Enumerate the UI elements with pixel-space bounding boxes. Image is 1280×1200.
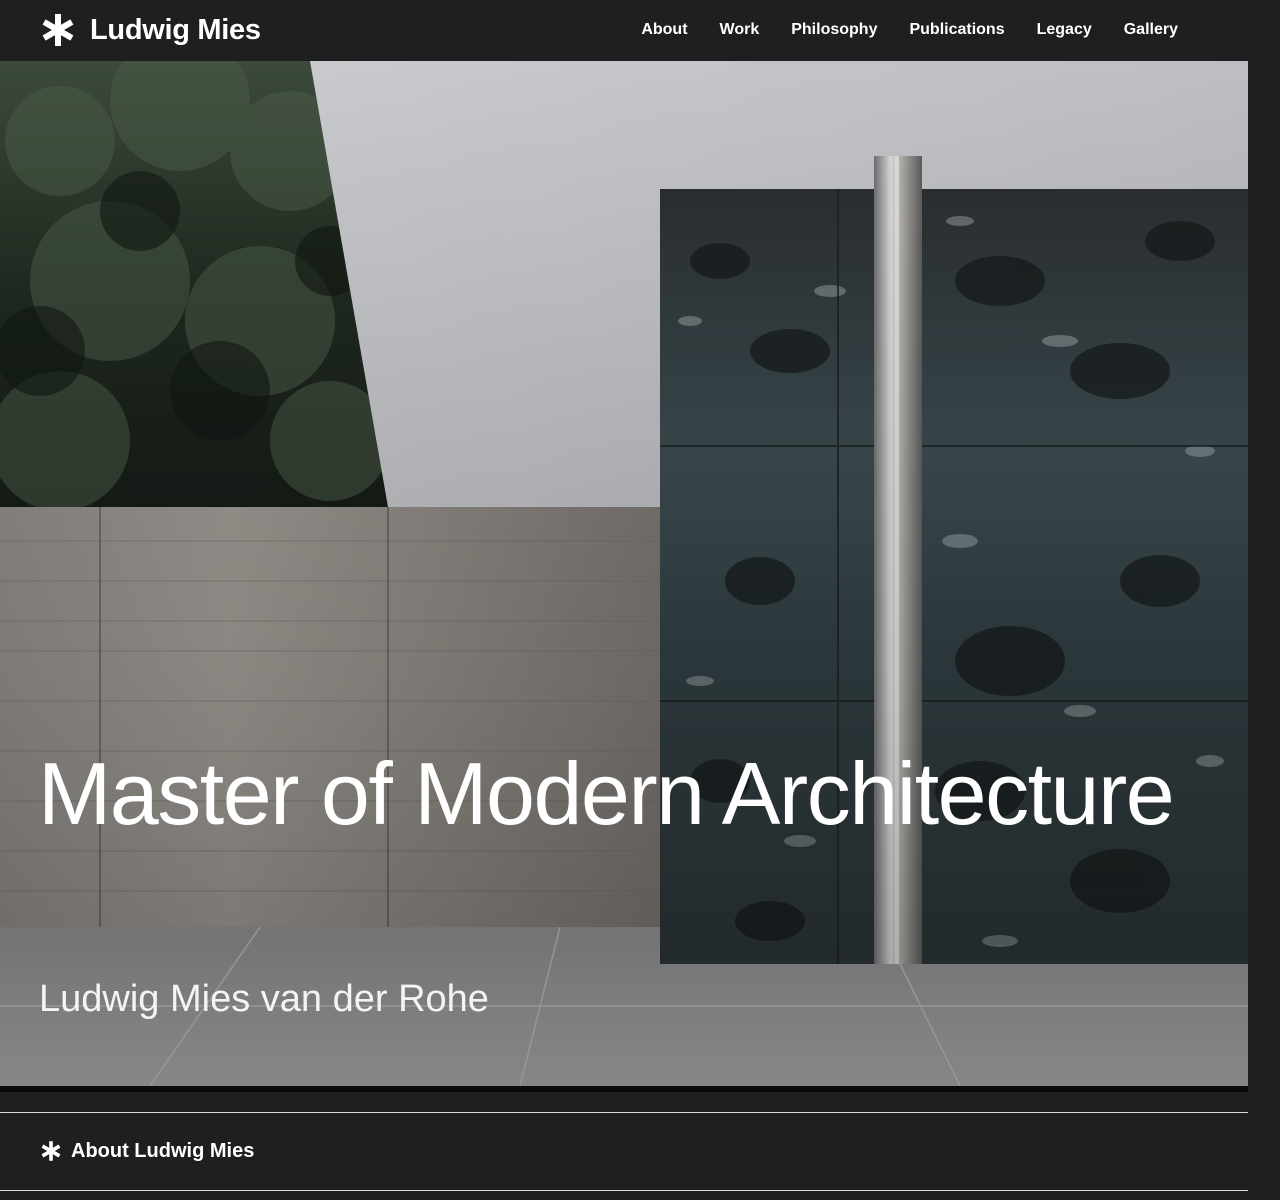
section-divider-top — [0, 1112, 1248, 1113]
about-section-title: About Ludwig Mies — [71, 1139, 255, 1162]
hero-title: Master of Modern Architecture — [38, 744, 1175, 843]
hero-subtitle: Ludwig Mies van der Rohe — [39, 978, 489, 1020]
brand-logo-link[interactable]: Ludwig Mies — [40, 10, 261, 50]
nav-link-gallery[interactable]: Gallery — [1124, 21, 1178, 39]
section-divider-bottom — [0, 1190, 1248, 1191]
site-header: Ludwig Mies About Work Philosophy Public… — [0, 0, 1280, 60]
hero-background-image — [0, 61, 1248, 1086]
nav-link-publications[interactable]: Publications — [909, 21, 1004, 39]
main-nav: About Work Philosophy Publications Legac… — [641, 0, 1178, 60]
nav-link-philosophy[interactable]: Philosophy — [791, 21, 877, 39]
nav-link-work[interactable]: Work — [720, 21, 760, 39]
hero-section: Master of Modern Architecture Ludwig Mie… — [0, 61, 1248, 1086]
hero-bottom-edge — [0, 1086, 1248, 1092]
nav-link-legacy[interactable]: Legacy — [1037, 21, 1092, 39]
about-section-heading: About Ludwig Mies — [40, 1136, 254, 1166]
nav-link-about[interactable]: About — [641, 21, 687, 39]
asterisk-icon — [41, 1141, 61, 1161]
asterisk-icon — [42, 14, 74, 46]
brand-name: Ludwig Mies — [90, 13, 261, 46]
